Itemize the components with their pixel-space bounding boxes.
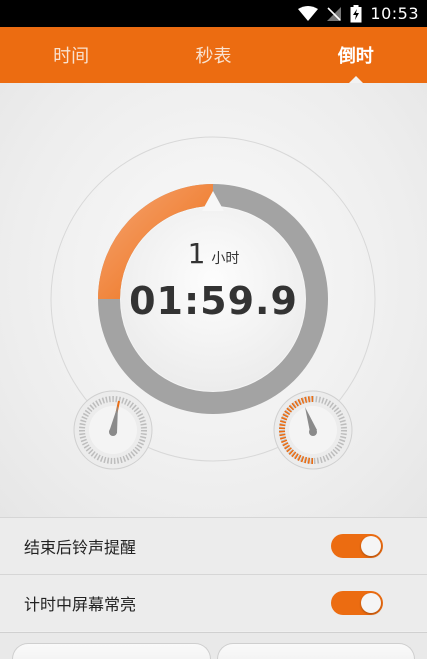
tab-stopwatch-label: 秒表: [195, 46, 232, 67]
hours-value: 1: [187, 237, 206, 270]
tab-stopwatch[interactable]: 秒表: [142, 27, 284, 83]
settings-list: 结束后铃声提醒 计时中屏幕常亮: [0, 517, 427, 631]
status-time: 10:53: [370, 4, 419, 23]
signal-off-icon: [327, 6, 342, 21]
tab-clock-label: 时间: [53, 46, 90, 67]
bottom-button-bar: [0, 632, 427, 659]
tab-countdown[interactable]: 倒时: [285, 27, 427, 84]
setting-label-keep-screen-on: 计时中屏幕常亮: [24, 595, 137, 614]
countdown-display: 01:59.9: [129, 279, 298, 323]
right-gauge-icon[interactable]: [272, 389, 354, 471]
bottom-left-button[interactable]: [12, 643, 211, 659]
tab-bar: 时间 秒表 倒时: [0, 27, 427, 84]
setting-label-end-alarm: 结束后铃声提醒: [24, 538, 137, 557]
tab-clock[interactable]: 时间: [0, 27, 142, 83]
bottom-right-button[interactable]: [216, 643, 415, 659]
hours-unit: 小时: [211, 251, 240, 267]
setting-row-end-alarm[interactable]: 结束后铃声提醒: [0, 517, 427, 574]
countdown-panel: 1 小时 01:59.9: [0, 83, 427, 517]
keep-screen-on-toggle[interactable]: [331, 591, 383, 615]
toggle-knob: [361, 593, 381, 613]
setting-row-keep-screen-on[interactable]: 计时中屏幕常亮: [0, 574, 427, 631]
wifi-icon: [298, 5, 319, 21]
toggle-knob: [361, 536, 381, 556]
battery-charging-icon: [350, 4, 362, 22]
status-bar: 10:53: [0, 0, 427, 27]
left-gauge-icon[interactable]: [72, 389, 154, 471]
hours-display: 1 小时: [0, 237, 427, 270]
end-alarm-toggle[interactable]: [331, 534, 383, 558]
tab-countdown-label: 倒时: [337, 46, 374, 67]
